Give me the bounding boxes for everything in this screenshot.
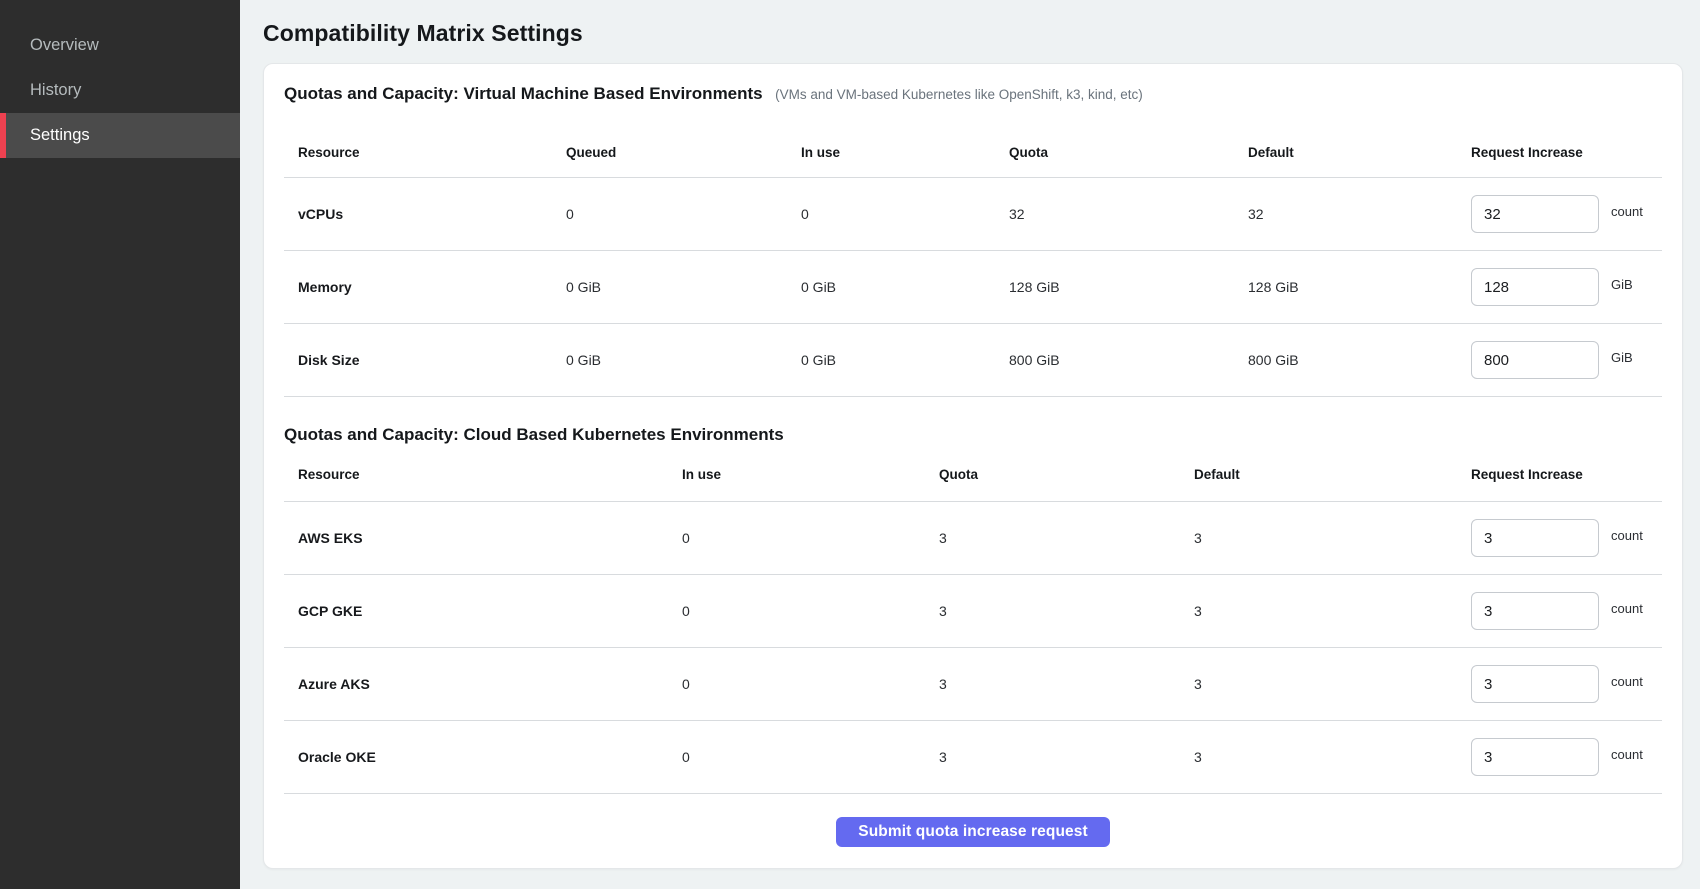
active-item-indicator xyxy=(0,113,6,158)
column-header-in-use: In use xyxy=(801,145,1009,160)
column-header-request-increase: Request Increase xyxy=(1471,467,1662,482)
table-row-disk-size: Disk Size 0 GiB 0 GiB 800 GiB 800 GiB Gi… xyxy=(284,324,1662,397)
column-header-quota: Quota xyxy=(939,467,1194,482)
column-header-default: Default xyxy=(1248,145,1471,160)
page-title: Compatibility Matrix Settings xyxy=(263,18,1683,48)
default-value: 128 GiB xyxy=(1248,279,1471,295)
column-header-default: Default xyxy=(1194,467,1471,482)
column-header-request-increase: Request Increase xyxy=(1471,145,1662,160)
quota-value: 3 xyxy=(939,603,1194,619)
resource-label: vCPUs xyxy=(284,206,566,222)
unit-label: count xyxy=(1611,747,1643,762)
vm-section-note: (VMs and VM-based Kubernetes like OpenSh… xyxy=(775,87,1143,102)
sidebar: Overview History Settings xyxy=(0,0,240,889)
request-increase-cell: count xyxy=(1471,195,1662,233)
resource-label: Disk Size xyxy=(284,352,566,368)
unit-label: GiB xyxy=(1611,350,1633,365)
quota-value: 3 xyxy=(939,749,1194,765)
unit-label: count xyxy=(1611,528,1643,543)
queued-value: 0 GiB xyxy=(566,352,801,368)
vcpus-request-input[interactable] xyxy=(1471,195,1599,233)
sidebar-item-overview[interactable]: Overview xyxy=(0,23,240,68)
quota-settings-card: Quotas and Capacity: Virtual Machine Bas… xyxy=(263,63,1683,869)
disk-size-request-input[interactable] xyxy=(1471,341,1599,379)
memory-request-input[interactable] xyxy=(1471,268,1599,306)
submit-quota-increase-button[interactable]: Submit quota increase request xyxy=(836,817,1109,847)
azure-aks-request-input[interactable] xyxy=(1471,665,1599,703)
default-value: 3 xyxy=(1194,676,1471,692)
sidebar-item-label: Overview xyxy=(30,36,99,54)
gcp-gke-request-input[interactable] xyxy=(1471,592,1599,630)
cloud-table-header: Resource In use Quota Default Request In… xyxy=(284,448,1662,502)
cloud-section-heading-row: Quotas and Capacity: Cloud Based Kuberne… xyxy=(284,423,1662,448)
in-use-value: 0 GiB xyxy=(801,279,1009,295)
table-row-vcpus: vCPUs 0 0 32 32 count xyxy=(284,178,1662,251)
default-value: 3 xyxy=(1194,749,1471,765)
request-increase-cell: count xyxy=(1471,665,1662,703)
unit-label: count xyxy=(1611,601,1643,616)
main-content: Compatibility Matrix Settings Quotas and… xyxy=(240,0,1700,889)
in-use-value: 0 GiB xyxy=(801,352,1009,368)
unit-label: count xyxy=(1611,674,1643,689)
sidebar-item-label: Settings xyxy=(30,126,90,144)
quota-value: 800 GiB xyxy=(1009,352,1248,368)
sidebar-item-settings[interactable]: Settings xyxy=(0,113,240,158)
quota-value: 3 xyxy=(939,530,1194,546)
default-value: 3 xyxy=(1194,603,1471,619)
aws-eks-request-input[interactable] xyxy=(1471,519,1599,557)
quota-value: 32 xyxy=(1009,206,1248,222)
vm-section-heading: Quotas and Capacity: Virtual Machine Bas… xyxy=(284,84,763,103)
queued-value: 0 GiB xyxy=(566,279,801,295)
request-increase-cell: count xyxy=(1471,592,1662,630)
column-header-quota: Quota xyxy=(1009,145,1248,160)
table-row-oracle-oke: Oracle OKE 0 3 3 count xyxy=(284,721,1662,794)
unit-label: GiB xyxy=(1611,277,1633,292)
quota-value: 3 xyxy=(939,676,1194,692)
cloud-section-heading: Quotas and Capacity: Cloud Based Kuberne… xyxy=(284,425,784,444)
quota-value: 128 GiB xyxy=(1009,279,1248,295)
resource-label: Azure AKS xyxy=(284,676,682,692)
table-row-azure-aks: Azure AKS 0 3 3 count xyxy=(284,648,1662,721)
sidebar-item-label: History xyxy=(30,81,81,99)
request-increase-cell: count xyxy=(1471,519,1662,557)
in-use-value: 0 xyxy=(801,206,1009,222)
request-increase-cell: GiB xyxy=(1471,341,1662,379)
table-row-memory: Memory 0 GiB 0 GiB 128 GiB 128 GiB GiB xyxy=(284,251,1662,324)
in-use-value: 0 xyxy=(682,676,939,692)
default-value: 3 xyxy=(1194,530,1471,546)
resource-label: Oracle OKE xyxy=(284,749,682,765)
in-use-value: 0 xyxy=(682,530,939,546)
default-value: 800 GiB xyxy=(1248,352,1471,368)
resource-label: Memory xyxy=(284,279,566,295)
vm-section-heading-row: Quotas and Capacity: Virtual Machine Bas… xyxy=(284,82,1662,107)
resource-label: AWS EKS xyxy=(284,530,682,546)
resource-label: GCP GKE xyxy=(284,603,682,619)
column-header-queued: Queued xyxy=(566,145,801,160)
in-use-value: 0 xyxy=(682,749,939,765)
sidebar-item-history[interactable]: History xyxy=(0,68,240,113)
column-header-resource: Resource xyxy=(284,145,566,160)
default-value: 32 xyxy=(1248,206,1471,222)
vm-table-header: Resource Queued In use Quota Default Req… xyxy=(284,127,1662,178)
request-increase-cell: GiB xyxy=(1471,268,1662,306)
request-increase-cell: count xyxy=(1471,738,1662,776)
column-header-resource: Resource xyxy=(284,467,682,482)
table-row-gcp-gke: GCP GKE 0 3 3 count xyxy=(284,575,1662,648)
queued-value: 0 xyxy=(566,206,801,222)
table-row-aws-eks: AWS EKS 0 3 3 count xyxy=(284,502,1662,575)
unit-label: count xyxy=(1611,204,1643,219)
oracle-oke-request-input[interactable] xyxy=(1471,738,1599,776)
column-header-in-use: In use xyxy=(682,467,939,482)
card-footer: Submit quota increase request xyxy=(284,794,1662,870)
in-use-value: 0 xyxy=(682,603,939,619)
